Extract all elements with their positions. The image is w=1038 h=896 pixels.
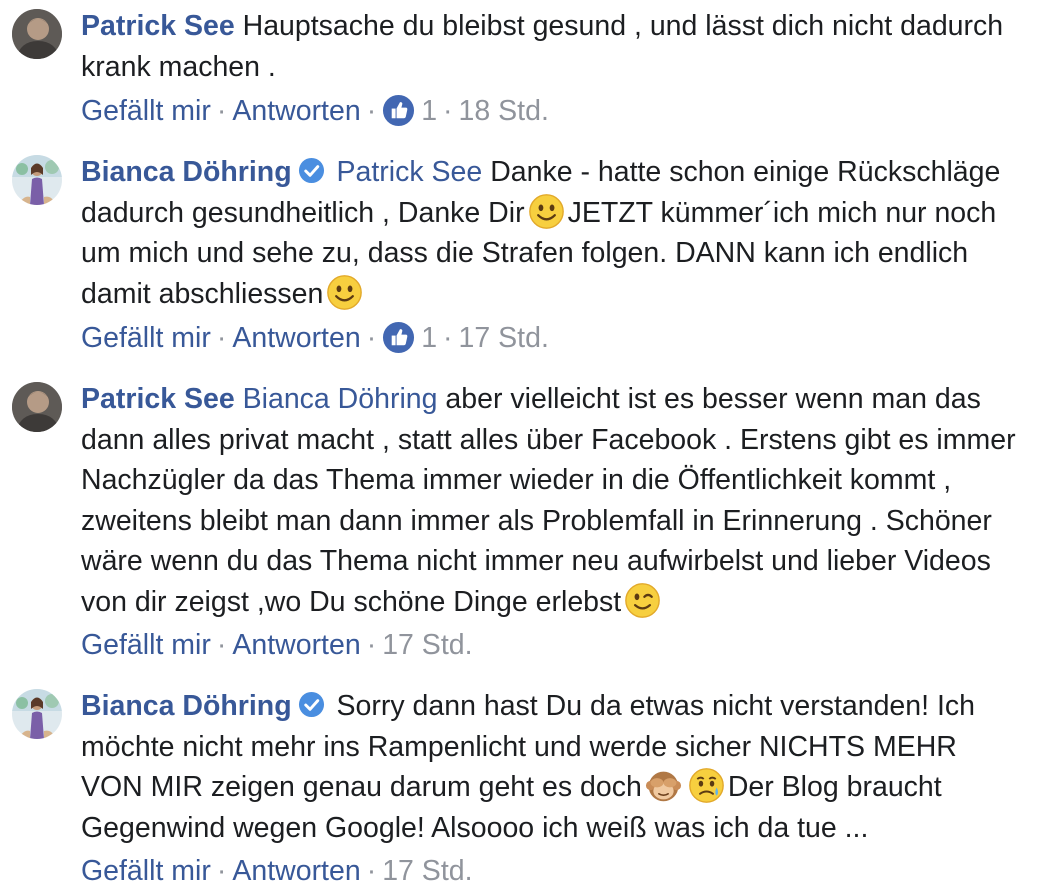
like-link[interactable]: Gefällt mir bbox=[81, 322, 211, 354]
smiling-face-emoji-icon bbox=[326, 274, 363, 311]
comment-actions: Gefällt mir · Antworten · 17 Std. bbox=[81, 629, 473, 661]
like-link[interactable]: Gefällt mir bbox=[81, 95, 211, 127]
sad-sweat-face-emoji-icon bbox=[688, 767, 725, 804]
thumbs-up-icon[interactable] bbox=[382, 321, 415, 354]
reaction-count[interactable]: 1 bbox=[421, 95, 437, 127]
reply-link[interactable]: Antworten bbox=[232, 322, 360, 354]
comment-body: Patrick See Bianca Döhring aber vielleic… bbox=[81, 379, 1026, 622]
like-link[interactable]: Gefällt mir bbox=[81, 855, 211, 887]
comment-timestamp[interactable]: 17 Std. bbox=[459, 322, 549, 354]
comment-actions: Gefällt mir · Antworten · 1 · 17 Std. bbox=[81, 321, 549, 354]
like-link[interactable]: Gefällt mir bbox=[81, 629, 211, 661]
see-no-evil-monkey-emoji-icon bbox=[645, 767, 682, 804]
reply-link[interactable]: Antworten bbox=[232, 95, 360, 127]
comment-actions: Gefällt mir · Antworten · 1 · 18 Std. bbox=[81, 94, 549, 127]
comment-body: Patrick See Hauptsache du bleibst gesund… bbox=[81, 6, 1026, 87]
avatar[interactable] bbox=[12, 9, 62, 59]
winking-face-emoji-icon bbox=[624, 582, 661, 619]
reply-link[interactable]: Antworten bbox=[232, 855, 360, 887]
verified-badge-icon bbox=[298, 157, 325, 184]
avatar[interactable] bbox=[12, 382, 62, 432]
avatar[interactable] bbox=[12, 689, 62, 739]
mention-link[interactable]: Patrick See bbox=[337, 156, 483, 188]
comment-timestamp[interactable]: 17 Std. bbox=[382, 629, 472, 661]
reply-link[interactable]: Antworten bbox=[232, 629, 360, 661]
comment-actions: Gefällt mir · Antworten · 17 Std. bbox=[81, 855, 473, 887]
mention-text: Bianca Döhring bbox=[242, 383, 438, 415]
verified-badge-icon bbox=[298, 691, 325, 718]
comment-body: Bianca Döhring Sorry dann hast Du da etw… bbox=[81, 686, 1026, 848]
reaction-count[interactable]: 1 bbox=[421, 322, 437, 354]
comment-author[interactable]: Patrick See bbox=[81, 383, 235, 415]
smiling-face-emoji-icon bbox=[528, 193, 565, 230]
comment-author[interactable]: Patrick See bbox=[81, 10, 235, 42]
comment-text: aber vielleicht ist es besser wenn man d… bbox=[81, 383, 1016, 618]
comment-timestamp[interactable]: 17 Std. bbox=[382, 855, 472, 887]
thumbs-up-icon[interactable] bbox=[382, 94, 415, 127]
comment-thread: Patrick See Hauptsache du bleibst gesund… bbox=[0, 0, 1038, 896]
comment-author[interactable]: Bianca Döhring bbox=[81, 156, 292, 188]
avatar[interactable] bbox=[12, 155, 62, 205]
comment-timestamp[interactable]: 18 Std. bbox=[459, 95, 549, 127]
comment-body: Bianca Döhring Patrick See Danke - hatte… bbox=[81, 152, 1026, 314]
comment-author[interactable]: Bianca Döhring bbox=[81, 690, 292, 722]
